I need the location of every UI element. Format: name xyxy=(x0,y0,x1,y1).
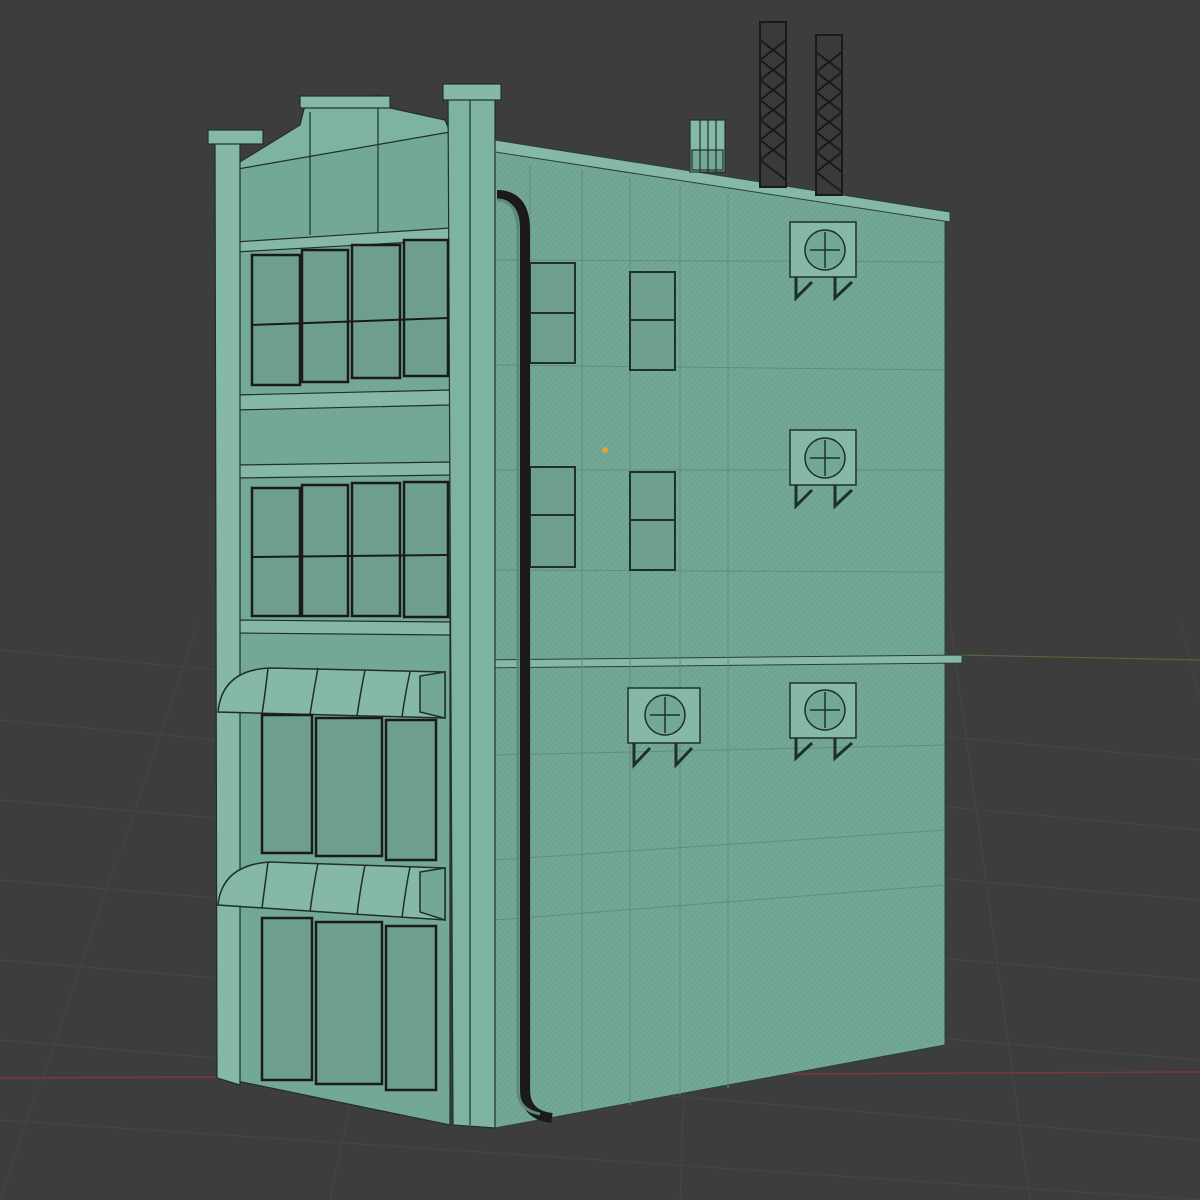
storefront-lower xyxy=(260,916,438,1092)
y-axis-line xyxy=(959,654,1200,661)
awning-upper xyxy=(217,667,446,719)
rooftop-vent xyxy=(689,119,726,173)
scene xyxy=(0,21,1200,1200)
antenna-tower-left xyxy=(758,21,788,188)
origin-point[interactable] xyxy=(602,447,608,453)
storefront-upper xyxy=(260,713,438,862)
3d-viewport[interactable] xyxy=(0,0,1200,1200)
antenna-tower-right xyxy=(814,34,844,196)
